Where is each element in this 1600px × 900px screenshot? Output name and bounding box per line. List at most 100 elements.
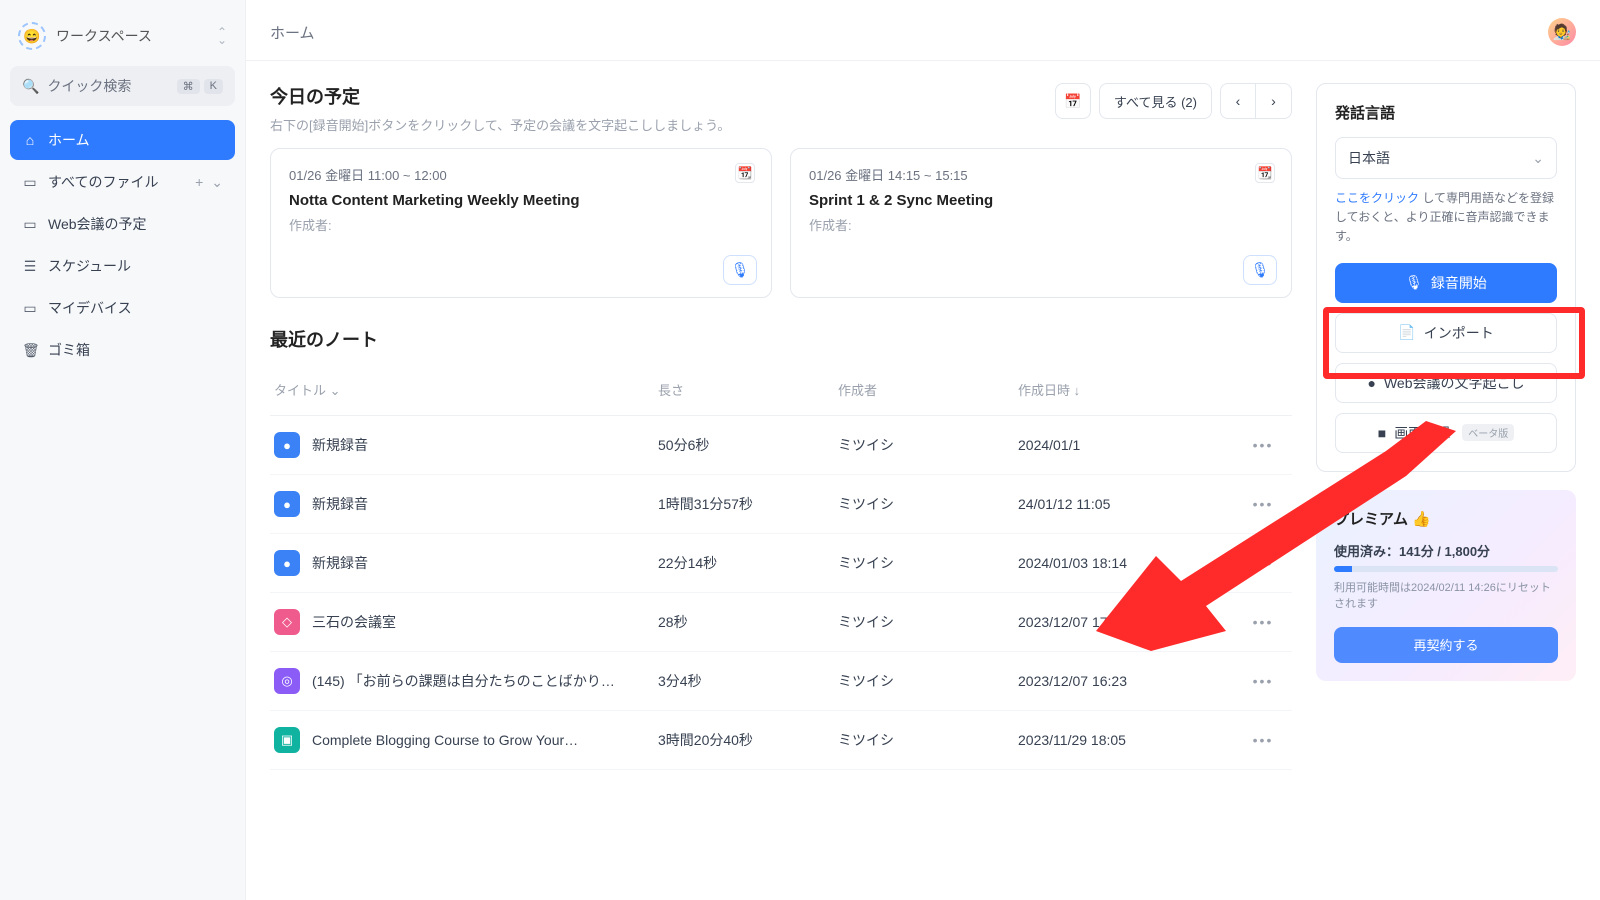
note-created: 2024/01/1 (1018, 437, 1238, 453)
sidebar-item-label: ゴミ箱 (48, 340, 90, 360)
note-length: 28秒 (658, 612, 838, 632)
avatar[interactable]: 🧑‍🎨 (1548, 18, 1576, 46)
chevron-updown-icon: ⌃⌄ (217, 28, 227, 44)
notes-header-row: タイトル ⌄ 長さ 作成者 作成日時 (270, 364, 1292, 416)
record-start-button[interactable]: 🎙録音開始 (1335, 263, 1557, 303)
sidebar-item-my-device[interactable]: ▭ マイデバイス (10, 288, 235, 328)
language-hint: ここをクリック して専門用語などを登録しておくと、より正確に音声認識できます。 (1335, 189, 1557, 247)
view-all-button[interactable]: すべて見る (2) (1099, 83, 1212, 119)
meeting-card[interactable]: 📆 01/26 金曜日 11:00 ~ 12:00 Notta Content … (270, 148, 772, 298)
video-icon: ■ (1378, 425, 1386, 441)
sidebar-item-web-meetings[interactable]: ▭ Web会議の予定 (10, 204, 235, 244)
more-button[interactable]: ••• (1238, 673, 1288, 689)
calendar-icon: ▭ (22, 216, 38, 233)
note-length: 50分6秒 (658, 435, 838, 455)
import-button[interactable]: 📄インポート (1335, 313, 1557, 353)
sidebar-item-all-files[interactable]: ▭ すべてのファイル + ⌄ (10, 162, 235, 202)
workspace-avatar-icon: 😄 (18, 22, 46, 50)
note-author: ミツイシ (838, 494, 1018, 514)
content: 今日の予定 右下の[録音開始]ボタンをクリックして、予定の会議を文字起こししまし… (246, 61, 1600, 900)
sidebar-item-trash[interactable]: 🗑 ゴミ箱 (10, 330, 235, 370)
sidebar-item-schedule[interactable]: ☰ スケジュール (10, 246, 235, 286)
import-icon: 📄 (1398, 324, 1415, 341)
note-type-icon: ● (274, 432, 300, 458)
prev-button[interactable]: ‹ (1220, 83, 1256, 119)
sidebar-item-label: スケジュール (48, 256, 131, 276)
meeting-title: Sprint 1 & 2 Sync Meeting (809, 192, 1273, 209)
search-icon: 🔍 (22, 78, 39, 95)
plus-icon[interactable]: + (195, 174, 203, 191)
table-row[interactable]: ●新規録音22分14秒ミツイシ2024/01/03 18:14••• (270, 534, 1292, 593)
search-shortcut: ⌘K (177, 79, 223, 94)
note-created: 2024/01/03 18:14 (1018, 555, 1238, 571)
note-type-icon: ● (274, 491, 300, 517)
col-title[interactable]: タイトル ⌄ (274, 380, 658, 399)
language-select[interactable]: 日本語 ⌄ (1335, 137, 1557, 179)
meeting-cards: 📆 01/26 金曜日 11:00 ~ 12:00 Notta Content … (270, 148, 1292, 298)
gcal-icon: 📆 (1255, 163, 1275, 183)
table-row[interactable]: ●新規録音50分6秒ミツイシ2024/01/1••• (270, 416, 1292, 475)
note-created: 2023/12/07 16:23 (1018, 673, 1238, 689)
language-value: 日本語 (1348, 148, 1390, 168)
pager: ‹ › (1220, 83, 1292, 119)
table-row[interactable]: ▣Complete Blogging Course to Grow Your…3… (270, 711, 1292, 770)
sidebar-item-label: ホーム (48, 130, 90, 150)
more-button[interactable]: ••• (1238, 437, 1288, 453)
notes-title: 最近のノート (270, 326, 1292, 352)
chevron-down-icon: ⌄ (1532, 150, 1544, 167)
note-length: 22分14秒 (658, 553, 838, 573)
col-created[interactable]: 作成日時 (1018, 380, 1238, 399)
note-length: 1時間31分57秒 (658, 494, 838, 514)
chevron-down-icon: ⌄ (330, 383, 341, 398)
chevron-down-icon[interactable]: ⌄ (211, 174, 223, 191)
meeting-datetime: 01/26 金曜日 11:00 ~ 12:00 (289, 165, 753, 184)
vocab-link[interactable]: ここをクリック (1335, 191, 1419, 205)
usage-text: 使用済み：141分 / 1,800分 (1334, 541, 1558, 560)
usage-bar (1334, 566, 1558, 572)
schedule-header: 今日の予定 右下の[録音開始]ボタンをクリックして、予定の会議を文字起こししまし… (270, 83, 1292, 134)
gcal-icon: 📆 (735, 163, 755, 183)
search-input[interactable]: 🔍 クイック検索 ⌘K (10, 66, 235, 106)
main: ホーム 🧑‍🎨 今日の予定 右下の[録音開始]ボタンをクリックして、予定の会議を… (246, 0, 1600, 900)
more-button[interactable]: ••• (1238, 496, 1288, 512)
page-title: ホーム (270, 22, 315, 43)
table-row[interactable]: ◎(145) 「お前らの課題は自分たちのことばかり…3分4秒ミツイシ2023/1… (270, 652, 1292, 711)
note-title: 三石の会議室 (312, 612, 396, 632)
language-title: 発話言語 (1335, 102, 1557, 123)
note-length: 3分4秒 (658, 671, 838, 691)
more-button[interactable]: ••• (1238, 614, 1288, 630)
note-created: 24/01/12 11:05 (1018, 496, 1238, 512)
col-length[interactable]: 長さ (658, 380, 838, 399)
sidebar-item-home[interactable]: ⌂ ホーム (10, 120, 235, 160)
calendar-button[interactable]: 📅 (1055, 83, 1091, 119)
meeting-datetime: 01/26 金曜日 14:15 ~ 15:15 (809, 165, 1273, 184)
transcribe-meeting-button[interactable]: ●Web会議の文字起こし (1335, 363, 1557, 403)
beta-badge: ベータ版 (1462, 424, 1514, 441)
more-button[interactable]: ••• (1238, 555, 1288, 571)
note-type-icon: ◎ (274, 668, 300, 694)
more-button[interactable]: ••• (1238, 732, 1288, 748)
schedule-icon: ☰ (22, 258, 38, 275)
note-author: ミツイシ (838, 612, 1018, 632)
right-panel: 発話言語 日本語 ⌄ ここをクリック して専門用語などを登録しておくと、より正確… (1316, 83, 1576, 878)
table-row[interactable]: ●新規録音1時間31分57秒ミツイシ24/01/12 11:05••• (270, 475, 1292, 534)
note-author: ミツイシ (838, 730, 1018, 750)
note-type-icon: ● (274, 550, 300, 576)
trash-icon: 🗑 (22, 342, 38, 359)
sidebar-item-label: マイデバイス (48, 298, 132, 318)
transcribe-icon: ● (1367, 375, 1375, 391)
table-row[interactable]: ◇三石の会議室28秒ミツイシ2023/12/07 17:59••• (270, 593, 1292, 652)
col-author[interactable]: 作成者 (838, 380, 1018, 399)
workspace-switcher[interactable]: 😄 ワークスペース ⌃⌄ (10, 14, 235, 58)
note-length: 3時間20分40秒 (658, 730, 838, 750)
meeting-title: Notta Content Marketing Weekly Meeting (289, 192, 753, 209)
note-author: ミツイシ (838, 435, 1018, 455)
note-author: ミツイシ (838, 671, 1018, 691)
screen-record-button[interactable]: ■画面収録 ベータ版 (1335, 413, 1557, 453)
next-button[interactable]: › (1256, 83, 1292, 119)
record-meeting-button[interactable]: 🎙 (1243, 255, 1277, 285)
sidebar-item-label: Web会議の予定 (48, 214, 147, 234)
renew-button[interactable]: 再契約する (1334, 627, 1558, 663)
meeting-card[interactable]: 📆 01/26 金曜日 14:15 ~ 15:15 Sprint 1 & 2 S… (790, 148, 1292, 298)
record-meeting-button[interactable]: 🎙 (723, 255, 757, 285)
